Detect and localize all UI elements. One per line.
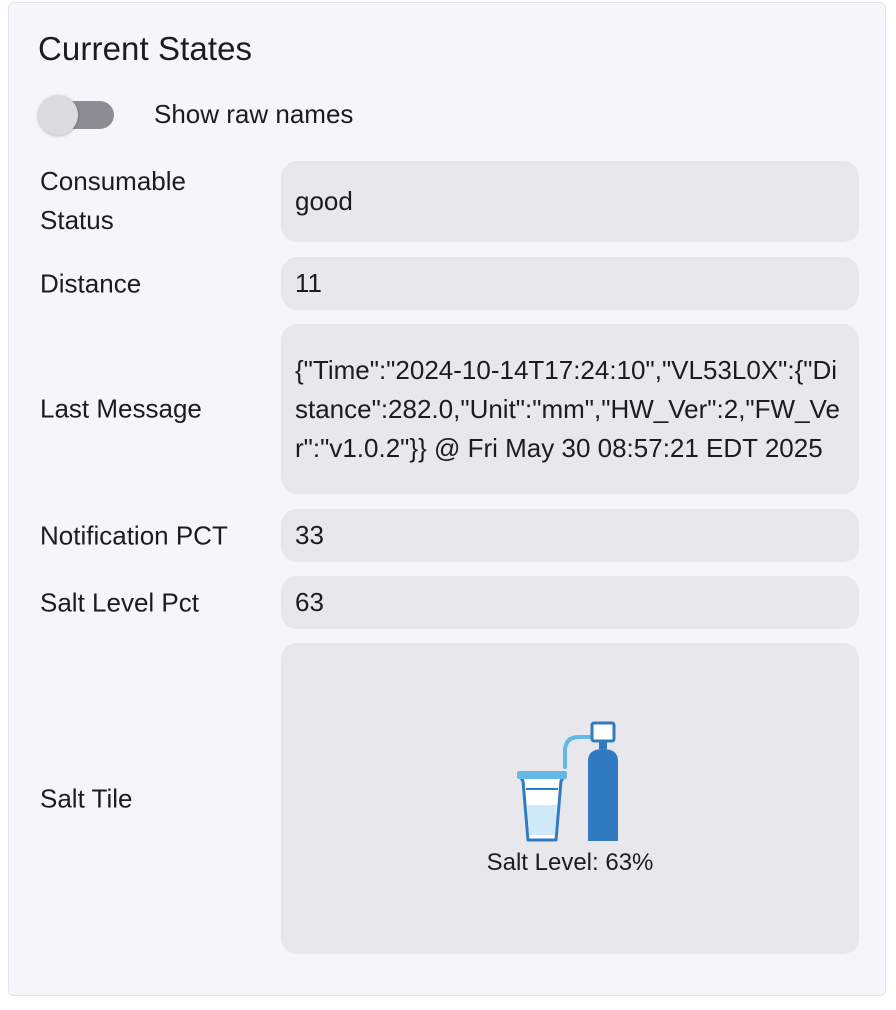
toggle-thumb[interactable] xyxy=(38,95,78,135)
salt-tile[interactable]: Salt Level: 63% xyxy=(281,643,859,954)
state-label: Distance xyxy=(40,268,142,299)
water-softener-icon xyxy=(517,721,618,842)
state-label: Consumable Status xyxy=(40,166,186,235)
card-title: Current States xyxy=(38,30,253,67)
state-label: Notification PCT xyxy=(40,520,228,551)
state-value: 11 xyxy=(281,257,859,310)
show-raw-names-label: Show raw names xyxy=(154,99,354,129)
state-label: Salt Level Pct xyxy=(40,587,199,618)
state-value: good xyxy=(281,161,859,242)
state-label: Salt Tile xyxy=(40,783,133,814)
state-label: Last Message xyxy=(40,393,202,424)
state-value: 33 xyxy=(281,509,859,562)
state-value: {"Time":"2024-10-14T17:24:10","VL53L0X":… xyxy=(281,324,859,494)
salt-level-caption: Salt Level: 63% xyxy=(486,849,654,876)
current-states-card: Current States Show raw names Consumable… xyxy=(8,2,886,996)
show-raw-names-row: Show raw names xyxy=(38,91,353,137)
state-value: 63 xyxy=(281,576,859,629)
show-raw-names-toggle[interactable] xyxy=(38,91,116,137)
